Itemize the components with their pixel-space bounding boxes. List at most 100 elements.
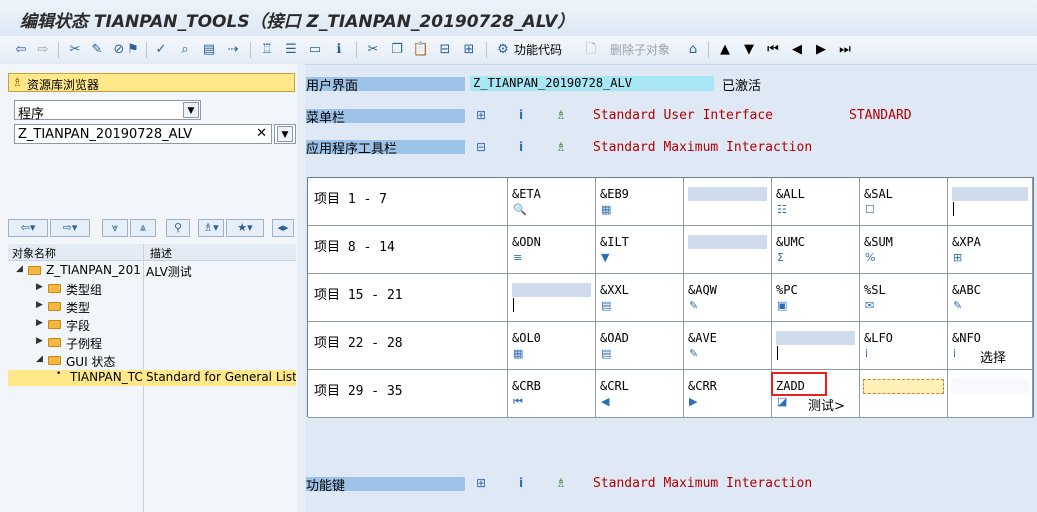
tree-node-type-groups[interactable]: ▶ 类型组 [36, 280, 136, 298]
back-nav-button[interactable]: ⇦▾ [8, 219, 48, 237]
delete-subobject-button[interactable]: 删除子对象 [610, 40, 672, 60]
chevron-down-icon[interactable]: ▼ [277, 126, 293, 142]
grid-cell[interactable]: &CRL ◀ [596, 370, 684, 418]
expanded-triangle-icon[interactable]: ◢ [36, 354, 43, 364]
binoculars-icon[interactable]: ⚲ [166, 219, 190, 237]
previous-page-icon[interactable]: ◀ [788, 40, 806, 60]
empty-slot[interactable] [776, 331, 855, 345]
grid-cell[interactable] [860, 370, 948, 418]
forward-icon[interactable]: ⇨ [34, 40, 52, 60]
grid-cell[interactable]: &ODN ≡ [508, 226, 596, 274]
grid-cell[interactable]: &AQW ✎ [684, 274, 772, 322]
tree-node-gui-status[interactable]: ◢ GUI 状态 [36, 352, 136, 370]
tree-node-types[interactable]: ▶ 类型 [36, 298, 136, 316]
check-icon[interactable]: ✓ [152, 40, 170, 60]
back-icon[interactable]: ⇦ [12, 40, 30, 60]
other-object-icon[interactable]: ✂ [66, 40, 84, 60]
grid-cell[interactable]: %SL ✉ [860, 274, 948, 322]
paste-icon[interactable]: 📋 [412, 40, 430, 60]
activate-icon[interactable]: ⚑ [124, 40, 142, 60]
hierarchy-icon[interactable]: ♗ [554, 140, 568, 154]
empty-slot[interactable] [952, 187, 1028, 201]
tree-node-fields[interactable]: ▶ 字段 [36, 316, 136, 334]
where-used-icon[interactable]: ⌕ [176, 40, 194, 60]
grid-cell[interactable] [684, 178, 772, 226]
empty-slot[interactable] [688, 235, 767, 249]
move-down-icon[interactable]: ▼ [740, 40, 758, 60]
more-icon[interactable]: ◂▸ [272, 219, 294, 237]
align-icon[interactable]: ☰ [282, 40, 300, 60]
grid-cell[interactable]: &EB9 ▦ [596, 178, 684, 226]
display-object-icon[interactable]: ▤ [200, 40, 218, 60]
collapse-all-icon[interactable]: ⩓ [130, 219, 156, 237]
insert-row-icon[interactable]: ⊞ [460, 40, 478, 60]
collapse-icon[interactable]: ⊟ [474, 140, 488, 154]
copy-icon[interactable]: ❐ [388, 40, 406, 60]
next-page-icon[interactable]: ▶ [812, 40, 830, 60]
info-icon[interactable]: i [514, 476, 528, 490]
info-icon[interactable]: i [514, 108, 528, 122]
grid-cell[interactable]: &SAL ☐ [860, 178, 948, 226]
object-type-select[interactable]: 程序 ▼ [14, 100, 201, 122]
tree-node-subroutines[interactable]: ▶ 子例程 [36, 334, 136, 352]
grid-cell[interactable]: &ILT ▼ [596, 226, 684, 274]
expand-all-icon[interactable]: ⩔ [102, 219, 128, 237]
grid-cell[interactable] [948, 178, 1033, 226]
grid-cell[interactable]: &OL0 ▦ [508, 322, 596, 370]
collapsed-triangle-icon[interactable]: ▶ [36, 336, 43, 346]
grid-cell[interactable]: &CRR ▶ [684, 370, 772, 418]
view-icon[interactable]: ▭ [306, 40, 324, 60]
move-up-icon[interactable]: ▲ [716, 40, 734, 60]
forward-nav-button[interactable]: ⇨▾ [50, 219, 90, 237]
grid-cell[interactable]: &SUM% [860, 226, 948, 274]
info-icon[interactable]: ℹ [330, 40, 348, 60]
tree-node-program[interactable]: ◢ Z_TIANPAN_201 ALV测试 [16, 262, 296, 280]
grid-cell[interactable]: &LFO i [860, 322, 948, 370]
grid-cell[interactable] [772, 322, 860, 370]
grid-cell[interactable]: &ALL ☷ [772, 178, 860, 226]
tree-node-status-tianpan[interactable]: • TIANPAN_TC Standard for General List O… [56, 369, 296, 387]
splitter[interactable] [297, 64, 305, 512]
navigate-icon[interactable]: ⇢ [224, 40, 242, 60]
expand-icon[interactable]: ⊞ [474, 108, 488, 122]
collapsed-triangle-icon[interactable]: ▶ [36, 300, 43, 310]
grid-cell[interactable]: %PC ▣ [772, 274, 860, 322]
expand-icon[interactable]: ⊞ [474, 476, 488, 490]
grid-cell[interactable]: &ETA 🔍 [508, 178, 596, 226]
grid-cell[interactable]: &CRB ⏮ [508, 370, 596, 418]
hierarchy-icon[interactable]: ♖ [258, 40, 276, 60]
grid-cell[interactable]: &XXL ▤ [596, 274, 684, 322]
display-change-icon[interactable]: ✎ [88, 40, 106, 60]
grid-cell[interactable] [948, 370, 1033, 418]
repository-browser-button[interactable]: ♗ 资源库浏览器 [8, 73, 295, 92]
object-name-input[interactable]: Z_TIANPAN_20190728_ALV ✕ [14, 124, 272, 144]
grid-cell[interactable]: &OAD ▤ [596, 322, 684, 370]
grid-cell[interactable]: &ABC ✎ [948, 274, 1033, 322]
cut-icon[interactable]: ✂ [364, 40, 382, 60]
grid-cell[interactable] [508, 274, 596, 322]
hierarchy-up-icon[interactable]: ♗▾ [198, 219, 224, 237]
empty-slot[interactable] [951, 379, 1029, 394]
collapsed-triangle-icon[interactable]: ▶ [36, 282, 43, 292]
grid-cell[interactable]: &AVE ✎ [684, 322, 772, 370]
favorites-icon[interactable]: ★▾ [226, 219, 264, 237]
grid-cell[interactable] [684, 226, 772, 274]
object-name-dropdown[interactable]: ▼ [274, 124, 296, 144]
last-page-icon[interactable]: ⏭ [836, 40, 854, 60]
hierarchy-icon[interactable]: ♗ [554, 108, 568, 122]
first-page-icon[interactable]: ⏮ [764, 40, 782, 60]
grid-cell[interactable]: &XPA ⊞ [948, 226, 1033, 274]
collapsed-triangle-icon[interactable]: ▶ [36, 318, 43, 328]
print-icon[interactable]: ⌂ [684, 40, 702, 60]
hierarchy-icon[interactable]: ♗ [554, 476, 568, 490]
function-code-button[interactable]: 功能代码 [514, 40, 566, 60]
function-code-input[interactable] [863, 379, 944, 394]
grid-cell[interactable]: &NFO i 选择 [948, 322, 1033, 370]
delete-row-icon[interactable]: ⊟ [436, 40, 454, 60]
grid-cell[interactable]: &UMC Σ [772, 226, 860, 274]
clear-icon[interactable]: ✕ [256, 126, 267, 141]
empty-slot[interactable] [688, 187, 767, 201]
expanded-triangle-icon[interactable]: ◢ [16, 264, 23, 274]
empty-slot[interactable] [512, 283, 591, 297]
chevron-down-icon[interactable]: ▼ [183, 102, 199, 118]
